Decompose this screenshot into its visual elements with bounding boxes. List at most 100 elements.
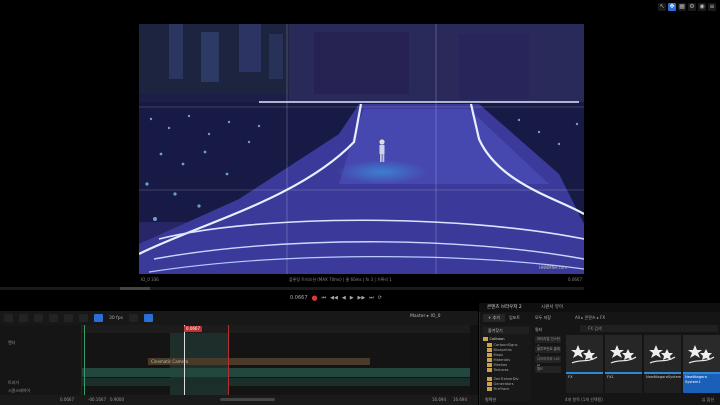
watermark: HNNMNH.com	[539, 265, 567, 270]
playhead-label[interactable]: 0.0667	[184, 326, 202, 332]
item-count: 4개 항목 (1개 선택됨)	[565, 397, 603, 402]
edit-icon[interactable]	[79, 314, 88, 322]
asset-tile[interactable]: FX	[566, 335, 603, 393]
folder-icon	[487, 368, 492, 372]
content-browser-tabs: 콘텐츠 브라우저 2 시퀀서 뷰어	[479, 303, 720, 312]
track-row[interactable]: 트리거	[0, 379, 82, 387]
gear-icon[interactable]: ⚙	[688, 3, 696, 11]
horizontal-scrollbar[interactable]	[220, 398, 275, 401]
end-marker[interactable]	[228, 325, 229, 395]
filter-icon[interactable]	[34, 314, 43, 322]
play-reverse-icon[interactable]: ◀	[342, 295, 346, 301]
save-icon[interactable]	[4, 314, 13, 322]
camera-cut-clip[interactable]: Cinematic Camera	[148, 358, 370, 365]
skip-start-icon[interactable]: ⏮	[322, 295, 327, 301]
animation-section[interactable]	[82, 368, 470, 377]
options-icon[interactable]	[128, 314, 138, 322]
snap-icon[interactable]	[94, 314, 103, 322]
settings-icon[interactable]: ≡	[708, 3, 716, 11]
filter-panel: 필터 머티리얼 인스턴스 블루프린트 클래스 나이아가라 시스템 월드	[533, 325, 563, 401]
keyframe-icon[interactable]	[49, 314, 58, 322]
folder-icon	[487, 353, 492, 357]
filter-chip[interactable]: 월드	[535, 366, 561, 373]
move-icon[interactable]: ✥	[668, 3, 676, 11]
viewport-time: 0.0667	[568, 277, 582, 282]
content-browser-status: 4개 항목 (1개 선택됨) 뷰 옵션	[531, 395, 720, 405]
asset-tile[interactable]: NewNiagaraSystem	[644, 335, 681, 393]
transform-icon[interactable]	[64, 314, 73, 322]
top-toolbar: ↖ ✥ ▦ ⚙ ◉ ≡	[658, 3, 716, 12]
range-start[interactable]: 0.0667	[60, 395, 74, 405]
playback-time: 0.0667	[290, 295, 308, 301]
breadcrumb[interactable]: All ▸ 콘텐츠 ▸ FX	[575, 313, 605, 323]
range-end[interactable]: 16.694	[432, 395, 446, 405]
viewport-camera-info: IO_0 336	[141, 277, 159, 282]
playback-controls: 0.0667 ● ⏮ ◀◀ ◀ ▶ ▶▶ ⏭ ⟳	[290, 293, 382, 303]
sequence-breadcrumb[interactable]: Master ▸ IO_0	[410, 314, 440, 319]
tab-content-browser[interactable]: 콘텐츠 브라우저 2	[487, 303, 522, 312]
sequencer-toolbar: 30 fps	[0, 311, 478, 325]
folder-icon	[487, 377, 492, 381]
asset-search-input[interactable]: FX 검색	[580, 325, 718, 332]
cursor-icon[interactable]: ↖	[658, 3, 666, 11]
folder-icon	[487, 382, 492, 386]
time-ruler[interactable]	[82, 325, 470, 333]
skip-end-icon[interactable]: ⏭	[369, 295, 374, 301]
filter-chip[interactable]: 머티리얼 인스턴스	[535, 336, 561, 348]
scrubber-handle[interactable]	[120, 287, 150, 290]
play-icon[interactable]: ▶	[350, 295, 354, 301]
timeline-scrubber[interactable]	[0, 287, 584, 290]
stage-scene: HNNMNH.com	[139, 24, 584, 274]
playhead-line[interactable]	[184, 325, 185, 395]
niagara-icon	[605, 335, 642, 372]
save-all-button[interactable]: 모두 저장	[535, 313, 551, 323]
view-end[interactable]: 0.9000	[110, 395, 124, 405]
add-button[interactable]: + 추가	[483, 314, 505, 322]
start-marker[interactable]	[84, 325, 85, 395]
folder-item[interactable]: Textures	[487, 368, 509, 373]
import-button[interactable]: 임포트	[509, 313, 520, 323]
event-section[interactable]	[82, 378, 470, 386]
editor-window: ↖ ✥ ▦ ⚙ ◉ ≡ HNNMNH.com IO_0 336 플롯팅 트리오션…	[0, 0, 720, 405]
folder-icon	[487, 358, 492, 362]
viewport-stats: 플롯팅 트리오션 (MAX 70ms) | 줄 60ms | fx 3 | 기록…	[289, 277, 392, 282]
filter-chip[interactable]: 나이아가라 시스템	[535, 356, 561, 368]
asset-tile[interactable]: FX1	[605, 335, 642, 393]
view-options-button[interactable]: 뷰 옵션	[702, 395, 714, 405]
camera-icon[interactable]: ◉	[698, 3, 706, 11]
folder-icon	[487, 348, 492, 352]
track-row[interactable]	[0, 329, 82, 337]
filter-header: 필터	[535, 327, 543, 332]
asset-type-bar	[683, 372, 720, 374]
asset-tile-selected[interactable]: NewNiagara System1	[683, 335, 720, 393]
step-back-icon[interactable]: ◀◀	[330, 295, 338, 301]
playback-end[interactable]: 16.694	[453, 395, 467, 405]
record-icon[interactable]: ●	[312, 294, 318, 302]
content-browser-toolbar: + 추가 임포트 모두 저장 All ▸ 콘텐츠 ▸ FX	[479, 313, 720, 323]
track-list: 렌더 트리거 시퀀스레이어	[0, 325, 82, 395]
loop-icon[interactable]: ⟳	[378, 295, 382, 301]
asset-type-bar	[605, 372, 642, 374]
niagara-icon	[566, 335, 603, 372]
cinematic-viewport[interactable]: HNNMNH.com	[139, 24, 584, 274]
folder-item[interactable]: FireTrack	[487, 387, 509, 392]
tab-sequencer-viewer[interactable]: 시퀀서 뷰어	[541, 303, 563, 312]
fps-selector[interactable]: 30 fps	[109, 316, 123, 321]
track-row[interactable]: 렌더	[0, 339, 82, 347]
favorites-header[interactable]: 즐겨찾기	[483, 327, 529, 334]
folder-root[interactable]: Collision	[483, 337, 505, 342]
grid-icon[interactable]: ▦	[678, 3, 686, 11]
niagara-icon	[644, 335, 681, 372]
folder-icon	[487, 387, 492, 391]
track-area[interactable]: Cinematic Camera	[82, 325, 470, 395]
curve-icon[interactable]	[143, 314, 153, 322]
sequencer-footer: 0.0667 -00.1667 0.9000 16.694 16.694	[0, 395, 478, 405]
add-track-icon[interactable]	[19, 314, 28, 322]
collections-header[interactable]: 컬렉션	[481, 395, 531, 405]
asset-name: FX1	[607, 375, 614, 379]
step-forward-icon[interactable]: ▶▶	[358, 295, 366, 301]
track-row[interactable]: 시퀀스레이어	[0, 387, 82, 395]
filter-chip[interactable]: 블루프린트 클래스	[535, 346, 561, 358]
view-start[interactable]: -00.1667	[88, 395, 106, 405]
folder-icon	[487, 343, 492, 347]
